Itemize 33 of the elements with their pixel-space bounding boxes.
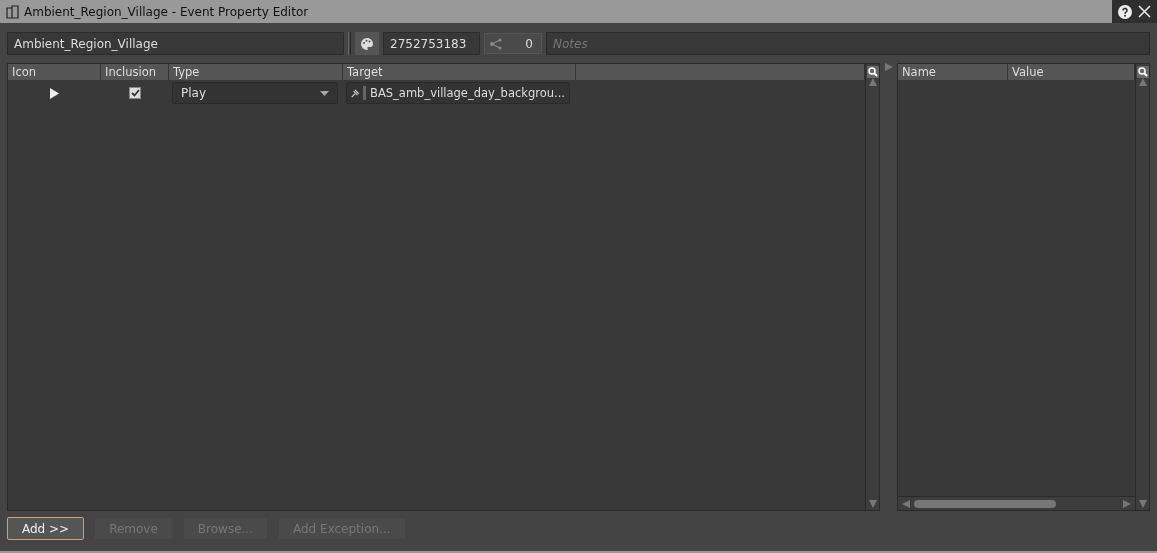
inclusion-checkbox[interactable] <box>129 87 141 99</box>
scroll-down-arrow[interactable] <box>868 500 877 508</box>
column-header[interactable]: Type <box>169 64 343 80</box>
scroll-left-arrow[interactable] <box>902 499 910 508</box>
name-field[interactable]: Ambient_Region_Village <box>7 32 344 55</box>
color-button[interactable] <box>355 32 379 55</box>
expand-arrow[interactable] <box>884 63 893 71</box>
close-button[interactable] <box>1138 5 1151 18</box>
id-field: 2752753183 <box>383 32 480 55</box>
target-field[interactable]: BAS_amb_village_day_backgrou... <box>346 82 570 104</box>
scroll-right-arrow[interactable] <box>1123 499 1131 508</box>
scroll-up-arrow[interactable] <box>868 78 877 86</box>
color-swatch-icon <box>363 86 367 100</box>
share-icon <box>489 37 503 50</box>
caret-icon <box>320 90 329 96</box>
scroll-down-arrow[interactable] <box>1138 500 1147 508</box>
column-header[interactable]: Name <box>898 64 1008 80</box>
column-header[interactable]: Icon <box>8 64 101 80</box>
column-header[interactable]: Inclusion <box>101 64 169 80</box>
action-button[interactable]: Add >> <box>7 517 85 540</box>
palette-icon <box>360 36 374 51</box>
horizontal-scrollbar[interactable] <box>898 496 1135 510</box>
references-button[interactable]: 0 <box>484 33 542 54</box>
column-header[interactable]: Target <box>343 64 576 80</box>
editor-icon <box>6 4 20 19</box>
help-button[interactable] <box>1118 4 1132 19</box>
scroll-up-arrow[interactable] <box>1138 78 1147 86</box>
window-title: Ambient_Region_Village - Event Property Editor <box>24 4 310 19</box>
notes-field[interactable]: Notes <box>546 32 1150 55</box>
search-icon[interactable] <box>1136 66 1149 78</box>
type-dropdown[interactable]: Play <box>172 82 338 104</box>
play-icon[interactable] <box>50 87 59 99</box>
search-icon[interactable] <box>866 66 879 78</box>
